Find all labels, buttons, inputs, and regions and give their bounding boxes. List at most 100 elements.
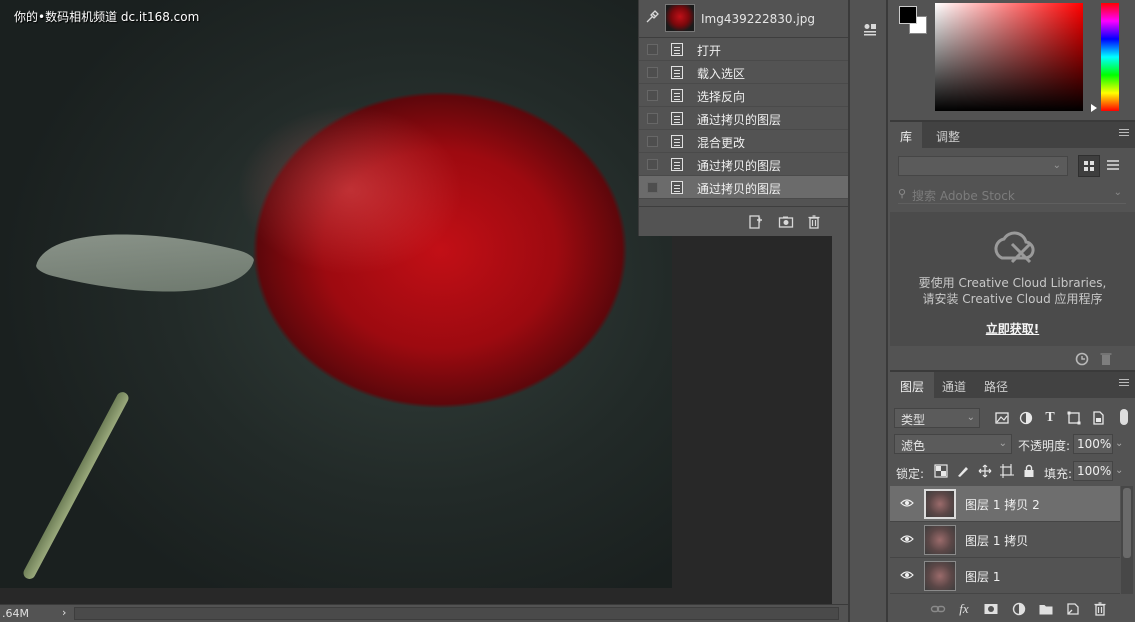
visibility-eye-icon[interactable] — [900, 534, 914, 544]
layers-footer: fx — [890, 598, 1135, 622]
layer-row[interactable]: 图层 1 — [890, 558, 1120, 594]
document-state-icon — [671, 181, 683, 194]
snapshot-name: Img439222830.jpg — [701, 12, 815, 26]
get-now-link[interactable]: 立即获取! — [890, 320, 1135, 337]
libraries-panel-icon[interactable] — [862, 22, 878, 38]
history-item[interactable]: 通过拷贝的图层 — [639, 107, 848, 130]
adjustment-filter-icon[interactable] — [1018, 410, 1034, 426]
lock-all-icon[interactable] — [1022, 464, 1036, 478]
chevron-down-icon: ⌄ — [1113, 187, 1122, 198]
layer-row[interactable]: 图层 1 拷贝 — [890, 522, 1120, 558]
history-brush-source-checkbox[interactable] — [647, 159, 658, 170]
history-footer — [639, 206, 849, 236]
foreground-color-swatch[interactable] — [899, 6, 917, 24]
new-group-folder-icon[interactable] — [1038, 601, 1054, 617]
trash-icon[interactable] — [806, 214, 822, 230]
layer-filter-label: 类型 — [901, 413, 926, 427]
document-state-icon — [671, 112, 683, 125]
lock-artboard-icon[interactable] — [1000, 464, 1014, 478]
history-item-current[interactable]: 通过拷贝的图层 — [639, 176, 848, 199]
color-picker-field[interactable] — [935, 3, 1083, 111]
document-size-readout: .64M — [2, 607, 29, 620]
chevron-down-icon[interactable]: ⌄ — [1115, 438, 1123, 449]
history-brush-source-checkbox[interactable] — [647, 136, 658, 147]
history-brush-source-checkbox[interactable] — [647, 90, 658, 101]
lock-label: 锁定: — [896, 467, 925, 481]
new-layer-icon[interactable] — [1065, 601, 1081, 617]
lock-image-pixels-icon[interactable] — [956, 464, 970, 478]
panel-menu-icon[interactable] — [1119, 378, 1129, 388]
new-document-icon[interactable] — [747, 214, 763, 230]
chevron-down-icon: ⌄ — [966, 412, 975, 423]
layer-name[interactable]: 图层 1 — [965, 568, 1000, 585]
tab-libraries[interactable]: 库 — [890, 122, 923, 148]
layers-tabbar: 图层 通道 路径 — [890, 372, 1135, 398]
document-state-icon — [671, 158, 683, 171]
chevron-down-icon[interactable]: ⌄ — [1115, 465, 1123, 476]
history-item[interactable]: 混合更改 — [639, 130, 848, 153]
trash-icon[interactable] — [1098, 351, 1114, 367]
filter-toggle-switch[interactable] — [1120, 409, 1128, 425]
history-item[interactable]: 选择反向 — [639, 84, 848, 107]
history-item[interactable]: 打开 — [639, 38, 848, 61]
history-snapshot[interactable]: Img439222830.jpg — [639, 0, 848, 38]
camera-icon[interactable] — [778, 214, 794, 230]
color-panel — [890, 0, 1135, 118]
adjustment-layer-icon[interactable] — [1011, 601, 1027, 617]
library-dropdown[interactable]: ⌄ — [898, 156, 1068, 176]
fill-input[interactable]: 100% — [1073, 461, 1113, 481]
layer-style-fx-icon[interactable]: fx — [956, 601, 972, 617]
layers-scrollbar-thumb[interactable] — [1123, 488, 1131, 558]
shape-filter-icon[interactable] — [1066, 410, 1082, 426]
visibility-eye-icon[interactable] — [900, 570, 914, 580]
canvas-vertical-scrollbar[interactable] — [832, 232, 848, 604]
layers-list: 图层 1 拷贝 2 图层 1 拷贝 图层 1 — [890, 486, 1120, 594]
history-brush-source-checkbox[interactable] — [647, 113, 658, 124]
layer-name[interactable]: 图层 1 拷贝 — [965, 532, 1028, 549]
layer-name[interactable]: 图层 1 拷贝 2 — [965, 496, 1040, 513]
layer-thumbnail[interactable] — [924, 561, 956, 591]
layer-thumbnail[interactable] — [924, 525, 956, 555]
stock-search-input[interactable]: ⚲ 搜索 Adobe Stock ⌄ — [898, 184, 1126, 204]
history-brush-source-checkbox[interactable] — [647, 182, 658, 193]
history-item-label: 选择反向 — [697, 90, 746, 104]
tab-paths[interactable]: 路径 — [974, 372, 1018, 398]
status-menu-arrow[interactable]: › — [62, 606, 66, 619]
panel-menu-icon[interactable] — [1119, 128, 1129, 138]
history-item[interactable]: 载入选区 — [639, 61, 848, 84]
list-view-icon[interactable] — [1104, 157, 1122, 175]
history-brush-source-checkbox[interactable] — [647, 44, 658, 55]
smart-object-filter-icon[interactable] — [1090, 410, 1106, 426]
hue-slider[interactable] — [1101, 3, 1119, 111]
trash-icon[interactable] — [1092, 601, 1108, 617]
hue-slider-marker[interactable] — [1091, 104, 1097, 112]
rose-photo[interactable]: 你的•数码相机频道 dc.it168.com — [0, 0, 672, 588]
tab-channels[interactable]: 通道 — [932, 372, 976, 398]
history-brush-source-checkbox[interactable] — [647, 67, 658, 78]
lock-position-icon[interactable] — [978, 464, 992, 478]
type-filter-icon[interactable]: T — [1042, 410, 1058, 426]
layer-row-selected[interactable]: 图层 1 拷贝 2 — [890, 486, 1120, 522]
library-footer — [890, 348, 1135, 370]
history-item[interactable]: 通过拷贝的图层 — [639, 153, 848, 176]
tab-adjustments[interactable]: 调整 — [926, 122, 970, 148]
add-mask-icon[interactable] — [983, 601, 999, 617]
blend-mode-select[interactable]: 滤色 ⌄ — [894, 434, 1012, 454]
creative-cloud-icon — [994, 231, 1035, 264]
link-layers-icon[interactable] — [930, 601, 946, 617]
tab-layers[interactable]: 图层 — [890, 372, 935, 398]
horizontal-scrollbar[interactable] — [74, 607, 839, 620]
grid-view-button[interactable] — [1078, 155, 1100, 177]
layers-scrollbar[interactable] — [1121, 486, 1133, 594]
layer-thumbnail[interactable] — [924, 489, 956, 519]
snapshot-thumbnail — [665, 4, 695, 32]
pixel-filter-icon[interactable] — [994, 410, 1010, 426]
history-brush-icon[interactable] — [645, 10, 659, 24]
layer-filter-select[interactable]: 类型 ⌄ — [894, 408, 980, 428]
visibility-eye-icon[interactable] — [900, 498, 914, 508]
creative-cloud-sync-icon[interactable] — [1074, 351, 1090, 367]
opacity-input[interactable]: 100% — [1073, 434, 1113, 454]
document-state-icon — [671, 89, 683, 102]
lock-transparent-pixels-icon[interactable] — [934, 464, 948, 478]
stock-search-placeholder: 搜索 Adobe Stock — [912, 189, 1015, 203]
